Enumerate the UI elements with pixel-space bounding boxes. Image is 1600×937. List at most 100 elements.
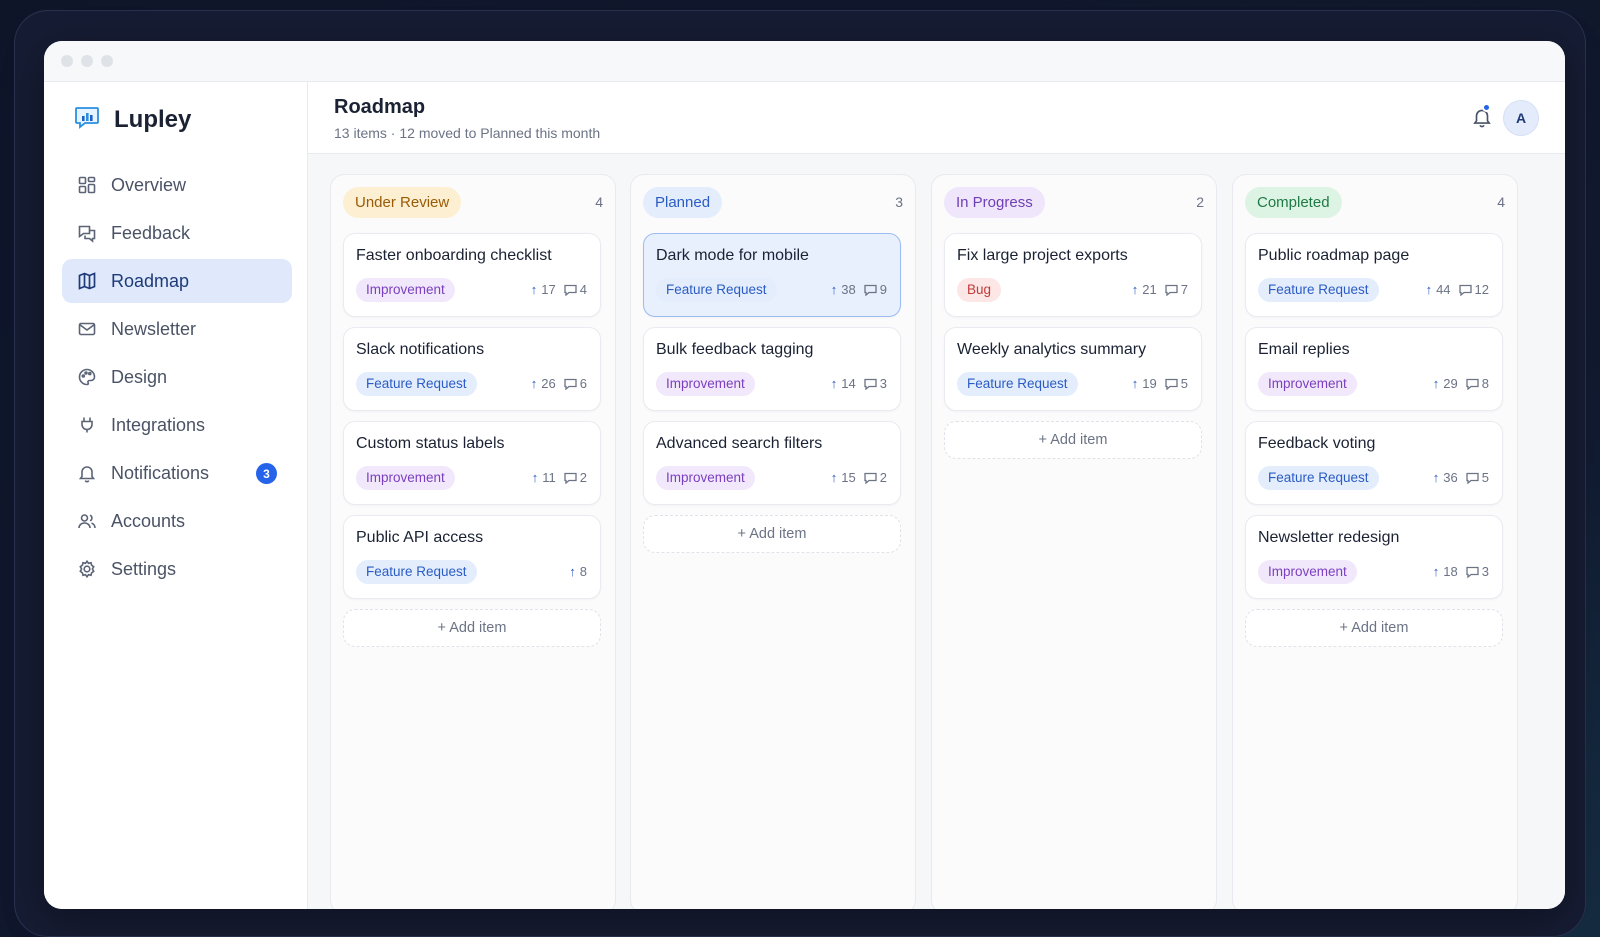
card-title: Feedback voting [1258, 435, 1376, 452]
palette-icon [76, 366, 98, 388]
sidebar-item-accounts[interactable]: Accounts [62, 499, 292, 543]
add-item-button[interactable]: + Add item [643, 515, 901, 553]
card-title: Newsletter redesign [1258, 529, 1400, 546]
window-zoom-dot[interactable] [101, 55, 113, 67]
comment-icon [864, 378, 877, 390]
add-item-button[interactable]: + Add item [944, 421, 1202, 459]
sidebar-item-design[interactable]: Design [62, 355, 292, 399]
upvote-arrow-icon: ↑ [569, 564, 576, 579]
card-stats: ↑ 14 3 [831, 376, 887, 391]
roadmap-card[interactable]: Public API access Feature Request ↑ 8 [343, 515, 601, 599]
add-item-button[interactable]: + Add item [343, 609, 601, 647]
card-stats: ↑ 18 3 [1433, 564, 1489, 579]
comment-icon [564, 378, 577, 390]
title-bar [44, 41, 1565, 82]
upvote-arrow-icon: ↑ [830, 376, 838, 391]
roadmap-card[interactable]: Advanced search filters Improvement ↑ 15… [643, 421, 901, 505]
category-tag: Feature Request [356, 372, 477, 396]
comment-count: 5 [1180, 376, 1188, 391]
card-title: Fix large project exports [957, 247, 1128, 264]
sidebar-item-settings[interactable]: Settings [62, 547, 292, 591]
gear-icon [76, 558, 98, 580]
upvote-arrow-icon: ↑ [1432, 470, 1440, 485]
sidebar-item-roadmap[interactable]: Roadmap [62, 259, 292, 303]
roadmap-card[interactable]: Faster onboarding checklist Improvement … [343, 233, 601, 317]
mail-icon [76, 318, 98, 340]
avatar[interactable]: A [1503, 100, 1539, 136]
roadmap-card[interactable]: Bulk feedback tagging Improvement ↑ 14 3 [643, 327, 901, 411]
roadmap-card[interactable]: Custom status labels Improvement ↑ 11 2 [343, 421, 601, 505]
unread-indicator [1482, 103, 1491, 112]
column-under-review: Under Review 4 Faster onboarding checkli… [330, 174, 616, 909]
card-stats: ↑ 15 2 [831, 470, 887, 485]
comment-count: 3 [1481, 564, 1489, 579]
card-stats: ↑ 38 9 [831, 282, 887, 297]
category-tag: Improvement [656, 466, 755, 490]
plug-icon [76, 414, 98, 436]
comment-count: 8 [1481, 376, 1489, 391]
category-tag: Improvement [1258, 372, 1357, 396]
upvote-arrow-icon: ↑ [530, 376, 538, 391]
upvote-arrow-icon: ↑ [1131, 376, 1139, 391]
sidebar-item-feedback[interactable]: Feedback [62, 211, 292, 255]
sidebar-item-overview[interactable]: Overview [62, 163, 292, 207]
vote-count: 19 [1142, 376, 1157, 391]
upvote-arrow-icon: ↑ [830, 282, 838, 297]
status-pill[interactable]: In Progress [944, 187, 1045, 218]
card-stats: ↑ 19 5 [1132, 376, 1188, 391]
status-pill[interactable]: Under Review [343, 187, 462, 218]
sidebar-item-integrations[interactable]: Integrations [62, 403, 292, 447]
card-title: Advanced search filters [656, 435, 823, 452]
vote-count: 8 [579, 564, 587, 579]
column-count: 3 [895, 194, 903, 210]
card-stats: ↑ 11 2 [532, 470, 587, 485]
category-tag: Improvement [356, 466, 455, 490]
comment-icon [1466, 472, 1479, 484]
card-title: Public API access [356, 529, 484, 546]
logo-icon [74, 104, 100, 135]
notifications-count-badge: 3 [256, 463, 277, 484]
comment-icon [1165, 284, 1178, 296]
sidebar-item-label: Notifications [111, 462, 210, 483]
upvote-arrow-icon: ↑ [531, 470, 539, 485]
sidebar-item-notifications[interactable]: Notifications 3 [62, 451, 292, 495]
card-title: Weekly analytics summary [957, 341, 1147, 358]
upvote-arrow-icon: ↑ [530, 282, 538, 297]
vote-count: 14 [841, 376, 856, 391]
chat-icon [76, 222, 98, 244]
comment-icon [864, 284, 877, 296]
roadmap-card[interactable]: Slack notifications Feature Request ↑ 26… [343, 327, 601, 411]
category-tag: Improvement [356, 278, 455, 302]
upvote-arrow-icon: ↑ [1432, 564, 1440, 579]
sidebar-item-label: Feedback [111, 222, 191, 243]
comment-icon [564, 284, 577, 296]
roadmap-card[interactable]: Public roadmap page Feature Request ↑ 44… [1245, 233, 1503, 317]
card-stats: ↑ 36 5 [1433, 470, 1489, 485]
add-item-button[interactable]: + Add item [1245, 609, 1503, 647]
status-pill[interactable]: Planned [643, 187, 723, 218]
category-tag: Feature Request [1258, 278, 1379, 302]
vote-count: 38 [841, 282, 856, 297]
map-icon [76, 270, 98, 292]
sidebar-item-label: Accounts [111, 510, 186, 531]
vote-count: 18 [1443, 564, 1458, 579]
roadmap-card[interactable]: Email replies Improvement ↑ 29 8 [1245, 327, 1503, 411]
roadmap-card[interactable]: Newsletter redesign Improvement ↑ 18 3 [1245, 515, 1503, 599]
roadmap-card[interactable]: Fix large project exports Bug ↑ 21 7 [944, 233, 1202, 317]
column-count: 4 [1497, 194, 1505, 210]
brand[interactable]: Lupley [74, 104, 191, 135]
category-tag: Improvement [1258, 560, 1357, 584]
window-close-dot[interactable] [61, 55, 73, 67]
column-header: Completed 4 [1245, 187, 1505, 219]
roadmap-card[interactable]: Feedback voting Feature Request ↑ 36 5 [1245, 421, 1503, 505]
roadmap-card[interactable]: Weekly analytics summary Feature Request… [944, 327, 1202, 411]
sidebar-nav: Overview Feedback Roadmap Newsletter Des… [62, 163, 292, 595]
sidebar-item-newsletter[interactable]: Newsletter [62, 307, 292, 351]
roadmap-card[interactable]: Dark mode for mobile Feature Request ↑ 3… [643, 233, 901, 317]
window-minimize-dot[interactable] [81, 55, 93, 67]
sidebar-item-label: Design [111, 366, 168, 387]
status-pill[interactable]: Completed [1245, 187, 1342, 218]
brand-name: Lupley [114, 105, 192, 133]
users-icon [76, 510, 98, 532]
column-count: 4 [595, 194, 603, 210]
